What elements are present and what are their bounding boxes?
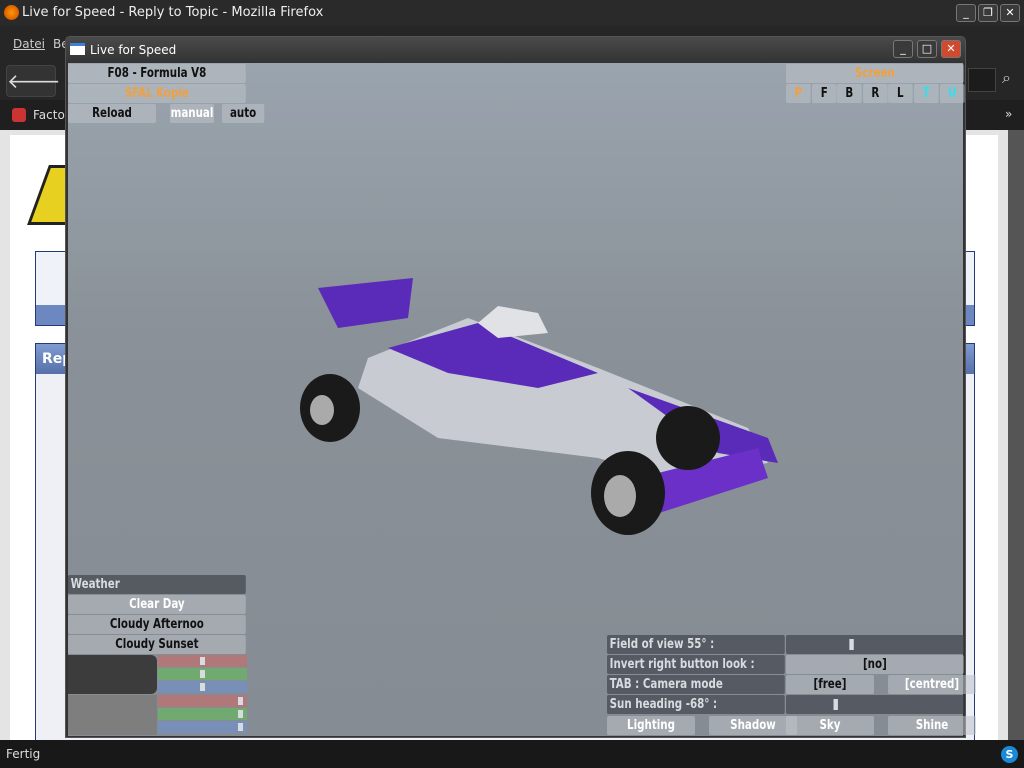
close-button[interactable]: ✕ [1000, 4, 1020, 22]
screen-button-u[interactable]: U [939, 84, 965, 103]
red-slider[interactable] [158, 655, 247, 667]
slider-knob[interactable] [200, 683, 205, 691]
browser-title: Live for Speed - Reply to Topic - Mozill… [22, 5, 324, 20]
screen-button-b[interactable]: B [837, 84, 862, 103]
camera-mode-label: TAB : Camera mode [607, 675, 785, 694]
invert-toggle[interactable]: [no] [786, 655, 964, 674]
sun-heading-label: Sun heading -68° : [607, 695, 785, 714]
back-button[interactable]: 🡐 [6, 65, 61, 97]
skype-icon[interactable]: S [1001, 746, 1018, 763]
lfs-minimize-button[interactable]: _ [893, 40, 913, 58]
firefox-icon [4, 5, 19, 20]
3d-viewport[interactable]: F08 - Formula V8 SFAL Kopie Reload manua… [68, 63, 976, 736]
window-icon [70, 43, 85, 55]
search-box[interactable] [968, 68, 996, 92]
blue-slider[interactable] [158, 721, 247, 733]
invert-label: Invert right button look : [607, 655, 785, 674]
tab-lighting[interactable]: Lighting [607, 716, 695, 735]
weather-cloudy-sunset[interactable]: Cloudy Sunset [68, 635, 246, 654]
lfs-window: Live for Speed _ □ ✕ F08 - Formula V8 SF… [65, 36, 976, 738]
screen-button-f[interactable]: F [811, 84, 837, 103]
lfs-window-title: Live for Speed [90, 43, 177, 57]
browser-titlebar: Live for Speed - Reply to Topic - Mozill… [0, 0, 1024, 26]
tab-shine[interactable]: Shine [888, 716, 976, 735]
fov-slider-knob[interactable] [849, 639, 854, 650]
tab-shadow[interactable]: Shadow [709, 716, 797, 735]
camera-centred-button[interactable]: [centred] [888, 675, 976, 694]
screen-button-p[interactable]: P [786, 84, 811, 103]
weather-cloudy-afternoon[interactable]: Cloudy Afternoo [68, 615, 246, 634]
bookmark-icon [12, 108, 26, 122]
fov-label: Field of view 55° : [607, 635, 785, 654]
rear-wing [318, 278, 413, 328]
camera-free-button[interactable]: [free] [786, 675, 874, 694]
slider-knob[interactable] [200, 657, 205, 665]
weather-title: Weather [68, 575, 246, 594]
sun-heading-knob[interactable] [833, 699, 838, 710]
tab-sky[interactable]: Sky [786, 716, 874, 735]
blue-slider[interactable] [158, 681, 247, 693]
maximize-button[interactable]: ❐ [978, 4, 998, 22]
screen-button-l[interactable]: L [888, 84, 914, 103]
lfs-close-button[interactable]: ✕ [941, 40, 961, 58]
fov-slider[interactable] [786, 635, 964, 654]
status-bar: Fertig S [0, 740, 1024, 768]
screen-button-r[interactable]: R [862, 84, 888, 103]
search-icon[interactable]: ⌕ [1002, 68, 1011, 88]
lfs-maximize-button[interactable]: □ [917, 40, 937, 58]
slider-knob[interactable] [237, 723, 243, 731]
green-slider[interactable] [158, 708, 247, 720]
minimize-button[interactable]: _ [956, 4, 976, 22]
skin-selector[interactable]: SFAL Kopie [68, 84, 246, 103]
green-slider[interactable] [158, 668, 247, 680]
status-text: Fertig [6, 747, 41, 761]
manual-button[interactable]: manual [170, 104, 214, 123]
menu-datei[interactable]: Datei [13, 37, 45, 51]
reload-button[interactable]: Reload [68, 104, 156, 123]
page-scrollbar[interactable] [1008, 130, 1024, 740]
sun-color-swatch[interactable] [68, 695, 157, 735]
screen-title: Screen [786, 64, 964, 83]
slider-knob[interactable] [200, 670, 205, 678]
car-model[interactable] [298, 278, 788, 538]
sun-heading-slider[interactable] [786, 695, 964, 714]
car-name-label: F08 - Formula V8 [68, 64, 246, 83]
red-slider[interactable] [158, 695, 247, 707]
slider-knob[interactable] [237, 710, 243, 718]
front-right-wheel [656, 406, 720, 470]
ambient-color-swatch[interactable] [68, 655, 157, 694]
screen-button-t[interactable]: T [914, 84, 939, 103]
chevron-more-icon[interactable]: » [1005, 107, 1012, 121]
weather-clear-day[interactable]: Clear Day [68, 595, 246, 614]
slider-knob[interactable] [237, 697, 243, 705]
auto-button[interactable]: auto [222, 104, 265, 123]
lfs-titlebar[interactable]: Live for Speed _ □ ✕ [66, 37, 965, 63]
